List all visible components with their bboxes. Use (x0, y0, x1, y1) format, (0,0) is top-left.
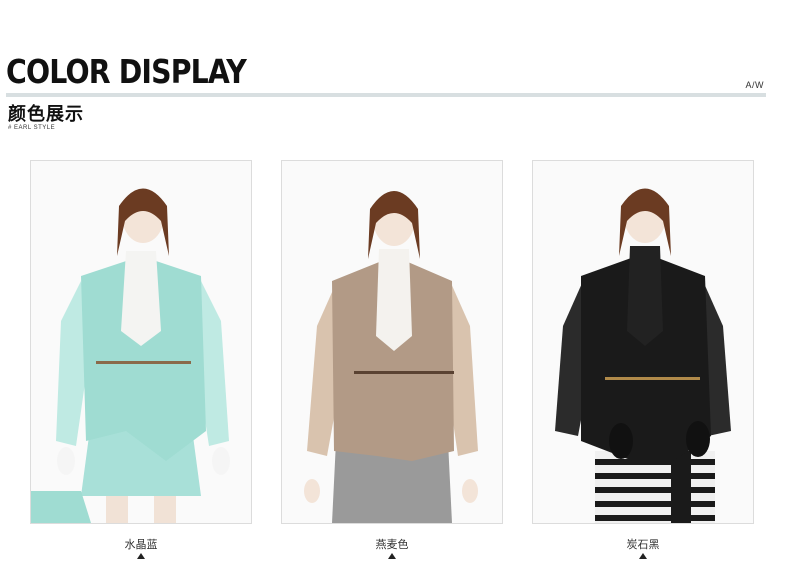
triangle-up-icon (388, 553, 396, 559)
model-photo (31, 161, 251, 523)
model-photo (533, 161, 753, 523)
page-header: COLOR DISPLAY A/W 颜色展示 # EARL STYLE (0, 0, 790, 140)
season-label: A/W (745, 80, 764, 90)
page-subtitle: 颜色展示 (8, 104, 84, 125)
title-divider (6, 93, 766, 97)
model-photo (282, 161, 502, 523)
product-caption: 水晶蓝 (124, 538, 158, 551)
product-caption: 炭石黑 (626, 538, 660, 551)
brand-tagline: # EARL STYLE (8, 125, 56, 131)
product-card-oatmeal[interactable] (281, 160, 503, 524)
product-card-charcoal-black[interactable] (532, 160, 754, 524)
triangle-up-icon (137, 553, 145, 559)
product-card-crystal-blue[interactable] (30, 160, 252, 524)
product-caption: 燕麦色 (375, 538, 409, 551)
triangle-up-icon (639, 553, 647, 559)
page-title: COLOR DISPLAY (6, 52, 247, 91)
